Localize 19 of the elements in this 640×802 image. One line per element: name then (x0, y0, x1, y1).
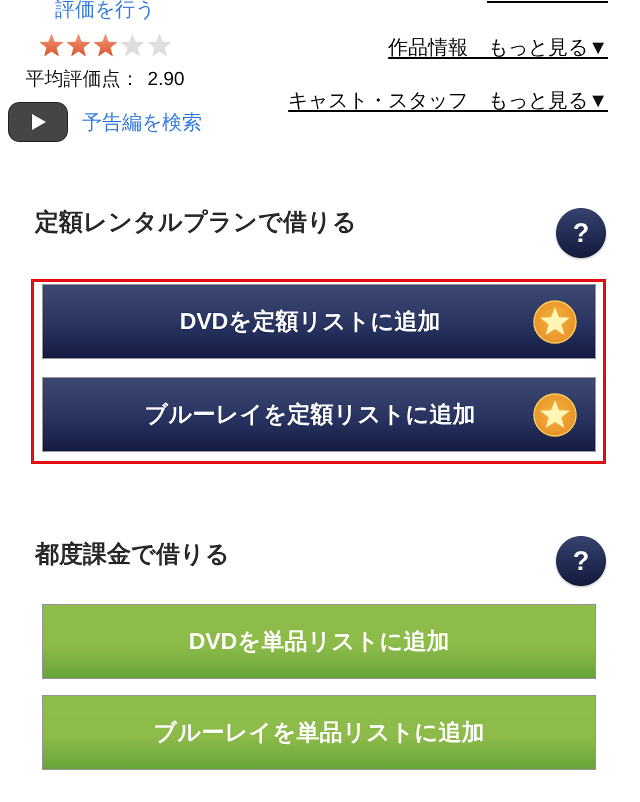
average-rating-value: 2.90 (148, 68, 184, 92)
star-coin-icon (533, 392, 577, 436)
star-coin-icon (533, 300, 577, 344)
section-heading: 定額レンタルプランで借りる (35, 208, 357, 238)
average-rating-label: 平均評価点： (26, 68, 140, 92)
help-button[interactable]: ? (556, 536, 606, 586)
more-info-link[interactable]: 作品情報 もっと見る▼ (388, 35, 608, 61)
star-icon (66, 33, 90, 57)
section-heading: 都度課金で借りる (35, 540, 230, 570)
trailer-search-link[interactable]: 予告編を検索 (82, 108, 202, 136)
more-info-link[interactable]: キャスト・スタッフ もっと見る▼ (288, 88, 608, 114)
star-icon (120, 33, 144, 57)
add-to-plan-list-button[interactable]: ブルーレイを定額リストに追加 (42, 377, 596, 452)
star-icon (146, 33, 172, 57)
star-icon (38, 33, 64, 57)
help-button[interactable]: ? (556, 208, 606, 258)
star-icon (92, 33, 118, 57)
add-to-plan-list-button[interactable]: DVDを定額リストに追加 (42, 284, 596, 359)
play-icon[interactable] (8, 102, 68, 142)
